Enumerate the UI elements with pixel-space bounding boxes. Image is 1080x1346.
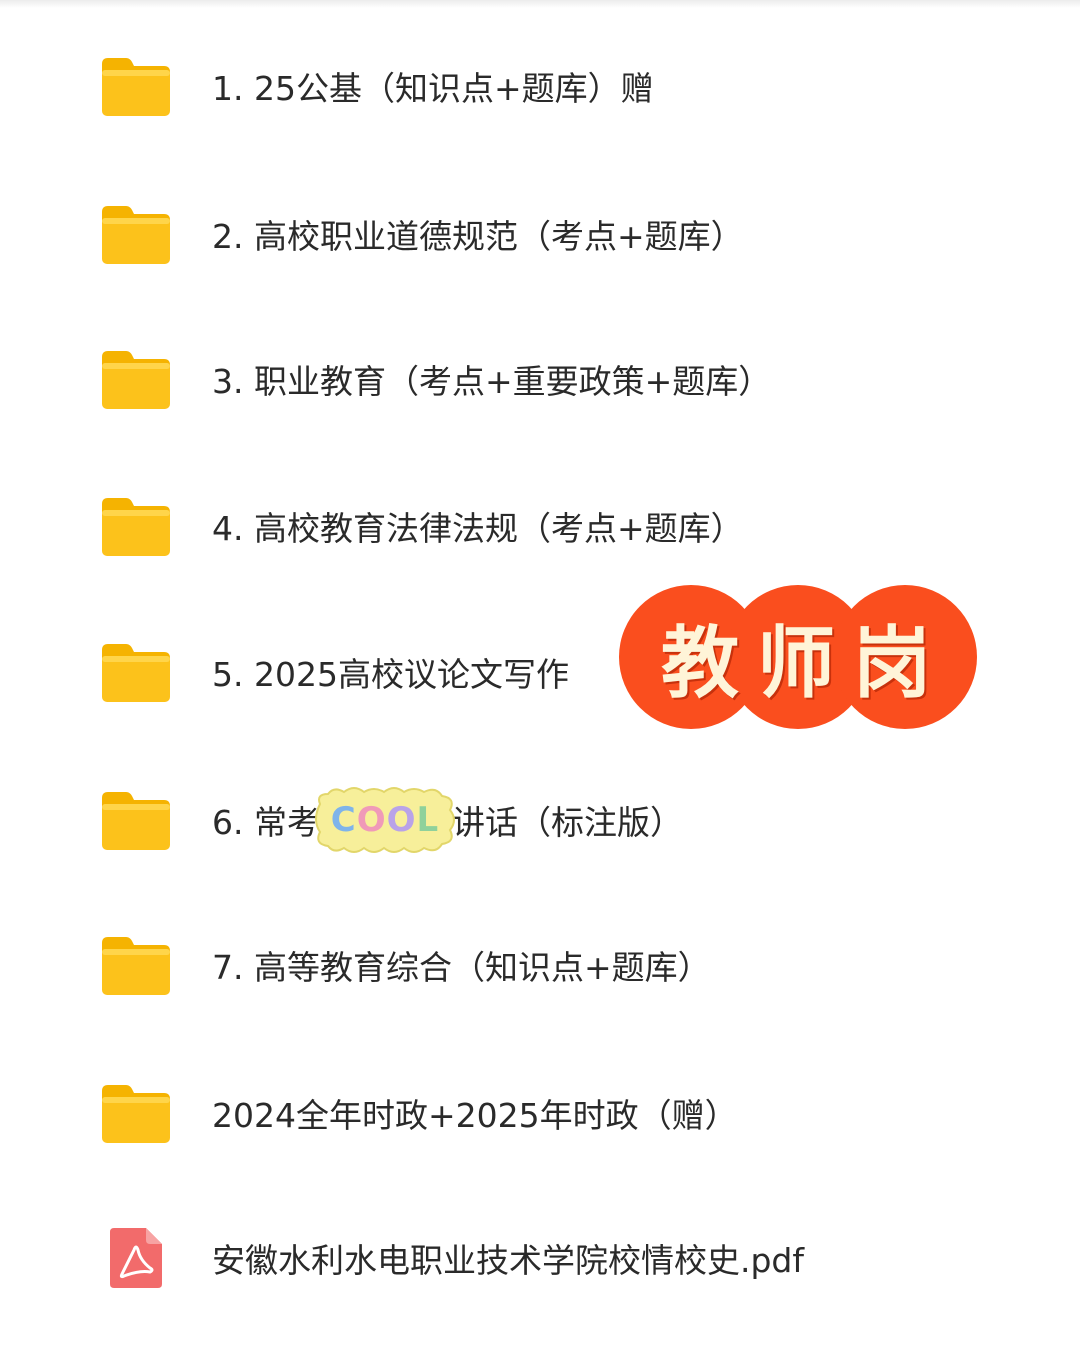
teacher-post-stamp: 教师岗 bbox=[616, 582, 980, 732]
file-row-4[interactable]: 4. 高校教育法律法规（考点+题库） bbox=[80, 466, 1020, 586]
file-name: 5. 2025高校议论文写作 bbox=[212, 655, 569, 694]
folder-icon bbox=[100, 202, 172, 266]
cool-letter: C bbox=[330, 800, 357, 840]
file-row-3[interactable]: 3. 职业教育（考点+重要政策+题库） bbox=[80, 319, 1020, 439]
file-name: 2024全年时政+2025年时政（赠） bbox=[212, 1096, 738, 1135]
file-name: 2. 高校职业道德规范（考点+题库） bbox=[212, 217, 744, 256]
file-name: 安徽水利水电职业技术学院校情校史.pdf bbox=[212, 1241, 805, 1280]
folder-icon bbox=[100, 494, 172, 558]
folder-icon bbox=[100, 54, 172, 118]
file-name: 1. 25公基（知识点+题库）赠 bbox=[212, 69, 654, 108]
file-row-7[interactable]: 7. 高等教育综合（知识点+题库） bbox=[80, 905, 1020, 1025]
folder-icon bbox=[100, 1081, 172, 1145]
folder-icon bbox=[100, 933, 172, 997]
file-row-6[interactable]: 6. 常考高等教育讲话（标注版） bbox=[80, 760, 1020, 880]
file-row-2[interactable]: 2. 高校职业道德规范（考点+题库） bbox=[80, 174, 1020, 294]
file-name: 4. 高校教育法律法规（考点+题库） bbox=[212, 509, 744, 548]
cool-sticker: C O O L bbox=[312, 784, 458, 856]
folder-icon bbox=[100, 640, 172, 704]
cool-letter: L bbox=[416, 800, 440, 840]
file-name: 3. 职业教育（考点+重要政策+题库） bbox=[212, 362, 772, 401]
stamp-label: 教师岗 bbox=[660, 618, 949, 709]
cool-letter: O bbox=[386, 800, 417, 840]
folder-icon bbox=[100, 788, 172, 852]
file-row-9[interactable]: 安徽水利水电职业技术学院校情校史.pdf bbox=[80, 1198, 1020, 1318]
cool-letter: O bbox=[356, 800, 387, 840]
pdf-icon bbox=[108, 1226, 164, 1290]
file-name: 7. 高等教育综合（知识点+题库） bbox=[212, 948, 711, 987]
cool-sticker-label: C O O L bbox=[312, 784, 458, 856]
file-row-1[interactable]: 1. 25公基（知识点+题库）赠 bbox=[80, 26, 1020, 146]
file-row-8[interactable]: 2024全年时政+2025年时政（赠） bbox=[80, 1053, 1020, 1173]
folder-icon bbox=[100, 347, 172, 411]
